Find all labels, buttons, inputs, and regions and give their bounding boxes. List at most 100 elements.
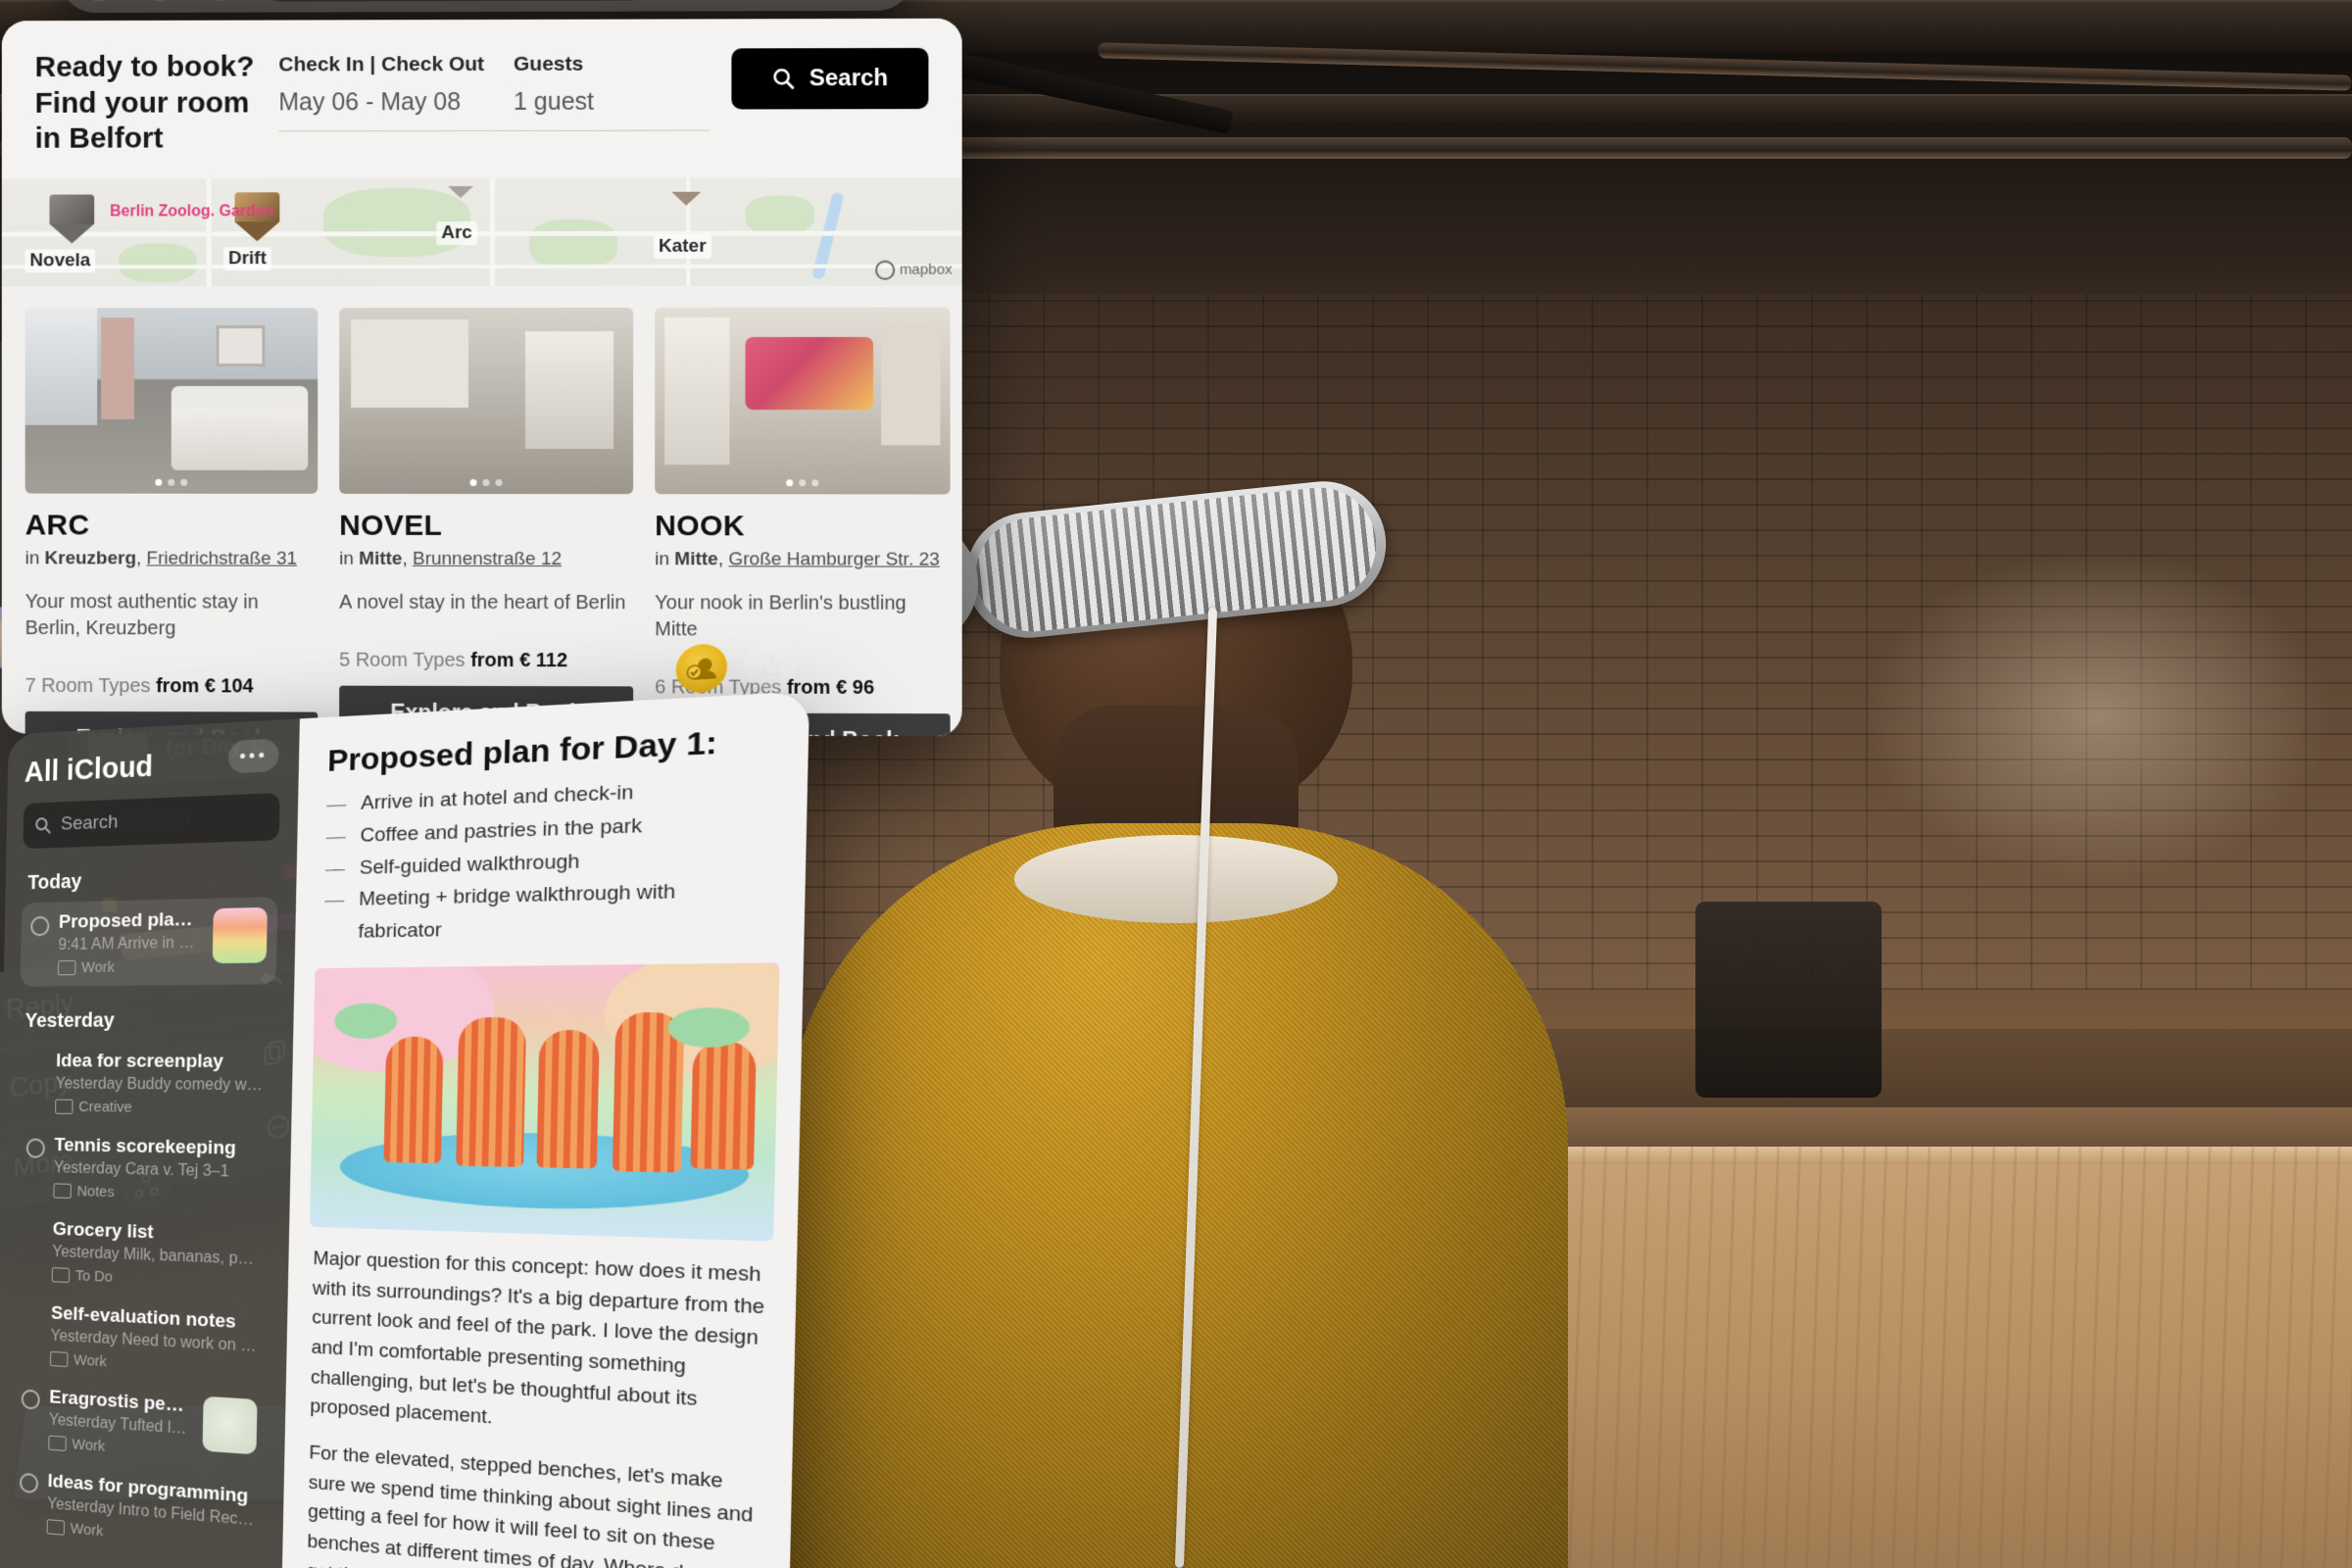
map-pin[interactable]	[448, 186, 473, 198]
map-pin[interactable]	[671, 191, 701, 205]
map-label: Berlin Zoolog. Garden	[105, 202, 241, 221]
listing-photo[interactable]	[25, 308, 318, 494]
guests-field[interactable]: Guests 1 guest	[514, 48, 710, 130]
note-preview: Yesterday Buddy comedy with two st…	[56, 1075, 265, 1095]
note-body-text: Major question for this concept: how doe…	[281, 1226, 798, 1568]
note-document[interactable]: Proposed plan for Day 1: — Arrive in at h…	[281, 691, 809, 1568]
note-bullet-list: — Arrive in at hotel and check-in — Coffee…	[295, 759, 808, 950]
note-illustration[interactable]	[310, 962, 779, 1241]
note-title: Tennis scorekeeping	[54, 1135, 263, 1161]
note-preview: Yesterday Cara v. Tej 3–1	[54, 1159, 263, 1182]
folder-icon	[47, 1519, 66, 1536]
map-label: Novela	[24, 249, 95, 272]
field-value: 1 guest	[514, 88, 710, 131]
note-title: Grocery list	[53, 1219, 262, 1249]
shared-note-icon	[30, 916, 49, 937]
note-list-item[interactable]: Tennis scorekeeping Yesterday Cara v. Te…	[16, 1124, 272, 1215]
note-thumbnail	[203, 1396, 258, 1455]
note-paragraph: Major question for this concept: how doe…	[310, 1244, 768, 1450]
location-map[interactable]: Novela Berlin Zoolog. Garden Drift Arc K…	[2, 177, 962, 286]
mapbox-logo-icon	[875, 260, 895, 279]
map-label: Arc	[436, 221, 477, 245]
spacer-icon	[23, 1305, 41, 1326]
page-title: Ready to book? Find your room in Belfort	[35, 49, 279, 157]
note-list-item[interactable]: Idea for screenplay Yesterday Buddy come…	[18, 1041, 275, 1128]
listing-photo[interactable]	[655, 308, 950, 495]
folder-icon	[50, 1351, 69, 1367]
note-folder: Creative	[55, 1099, 264, 1118]
note-list-item[interactable]: Proposed plan for Day 1: 9:41 AM Arrive …	[21, 897, 278, 987]
note-folder: Work	[58, 957, 203, 976]
more-ellipsis-icon[interactable]: •••	[228, 738, 279, 773]
search-icon	[34, 816, 52, 835]
listing-address: in Kreuzberg, Friedrichstraße 31	[25, 548, 318, 569]
note-list-item[interactable]: Grocery list Yesterday Milk, bananas, pa…	[14, 1207, 270, 1302]
chevron-right-icon[interactable]: ›	[197, 0, 244, 1]
note-title: Proposed plan for Day 1:	[59, 908, 204, 934]
share-icon[interactable]	[743, 637, 799, 692]
scene-root: Trev Jasmine 9:34 AM asif. round s… 8:55…	[0, 0, 2352, 1568]
map-label: Kater	[654, 235, 711, 259]
window-light	[1862, 549, 2332, 882]
note-title: Idea for screenplay	[56, 1051, 265, 1073]
collaboration-icon[interactable]	[675, 643, 727, 695]
search-input[interactable]: Search	[23, 793, 279, 849]
listing-card[interactable]: ARC in Kreuzberg, Friedrichstraße 31 You…	[25, 308, 318, 736]
shared-note-icon	[20, 1473, 38, 1494]
shirt-collar	[1014, 835, 1338, 923]
note-preview: 9:41 AM Arrive in at hotel…	[58, 934, 203, 955]
notes-window[interactable]: ••• All iCloud Search Today Proposed pla…	[0, 691, 809, 1568]
notes-group-label: Yesterday	[24, 1008, 275, 1032]
chevron-left-icon[interactable]: ‹	[136, 0, 183, 1]
photo-dots[interactable]	[155, 479, 187, 486]
field-label: Guests	[514, 52, 710, 75]
spacer-icon	[24, 1222, 43, 1243]
note-thumbnail	[213, 907, 268, 963]
office-chair	[1695, 902, 1882, 1098]
note-folder: Work	[48, 1434, 192, 1461]
person-torso	[784, 823, 1568, 1568]
folder-icon	[52, 1267, 71, 1283]
map-label: Drift	[223, 247, 271, 270]
folder-icon	[55, 1100, 74, 1114]
web-page: Ready to book? Find your room in Belfort…	[2, 19, 962, 737]
listing-name: NOOK	[655, 510, 950, 543]
field-label: Check In | Check Out	[278, 53, 514, 77]
search-placeholder: Search	[61, 811, 119, 836]
note-list-item[interactable]: Self-evaluation notes Yesterday Need to …	[13, 1292, 270, 1391]
photo-dots[interactable]	[786, 479, 818, 486]
mapbox-attribution: mapbox	[875, 260, 953, 279]
checkin-checkout-field[interactable]: Check In | Check Out May 06 - May 08	[278, 49, 514, 131]
note-folder: To Do	[52, 1266, 261, 1292]
shared-note-icon	[26, 1138, 45, 1157]
booking-search-hero: Ready to book? Find your room in Belfort…	[2, 19, 962, 179]
notes-sidebar[interactable]: ••• All iCloud Search Today Proposed pla…	[0, 718, 300, 1568]
note-list-item[interactable]: Ideas for programming Yesterday Intro to…	[9, 1458, 266, 1564]
listing-photo[interactable]	[339, 308, 633, 494]
listing-address: in Mitte, Brunnenstraße 12	[339, 549, 633, 570]
note-paragraph: For the elevated, stepped benches, let's…	[305, 1438, 763, 1568]
safari-toolbar[interactable]: ‹ › AA 🔒 numastays.com ⟳ +	[60, 0, 912, 13]
listing-description: Your most authentic stay in Berlin, Kreu…	[25, 589, 318, 642]
folder-icon	[58, 960, 76, 975]
folder-icon	[48, 1435, 67, 1450]
note-bullet: — Meeting + bridge walkthrough with fabri…	[323, 874, 772, 950]
safari-window[interactable]: ‹ › AA 🔒 numastays.com ⟳ + Ready to book…	[2, 0, 962, 736]
address-bar[interactable]: AA 🔒 numastays.com	[257, 0, 653, 2]
sidebar-icon[interactable]	[75, 0, 122, 1]
photo-dots[interactable]	[470, 479, 503, 486]
note-preview: Yesterday Milk, bananas, passionfrui…	[52, 1244, 261, 1269]
field-value: May 06 - May 08	[278, 88, 514, 131]
search-icon	[772, 67, 796, 90]
listing-address: in Mitte, Große Hamburger Str. 23	[655, 549, 950, 570]
folder-icon	[53, 1183, 72, 1199]
spacer-icon	[27, 1054, 46, 1074]
notes-group-label: Today	[27, 865, 278, 896]
note-folder: Notes	[53, 1182, 262, 1204]
notes-shell: ••• All iCloud Search Today Proposed pla…	[0, 691, 809, 1568]
listing-name: NOVEL	[339, 510, 633, 543]
map-pin[interactable]	[49, 194, 94, 243]
search-button[interactable]: Search	[731, 48, 928, 110]
shared-note-icon	[22, 1389, 40, 1409]
listing-price: 7 Room Types from € 104	[25, 675, 318, 699]
